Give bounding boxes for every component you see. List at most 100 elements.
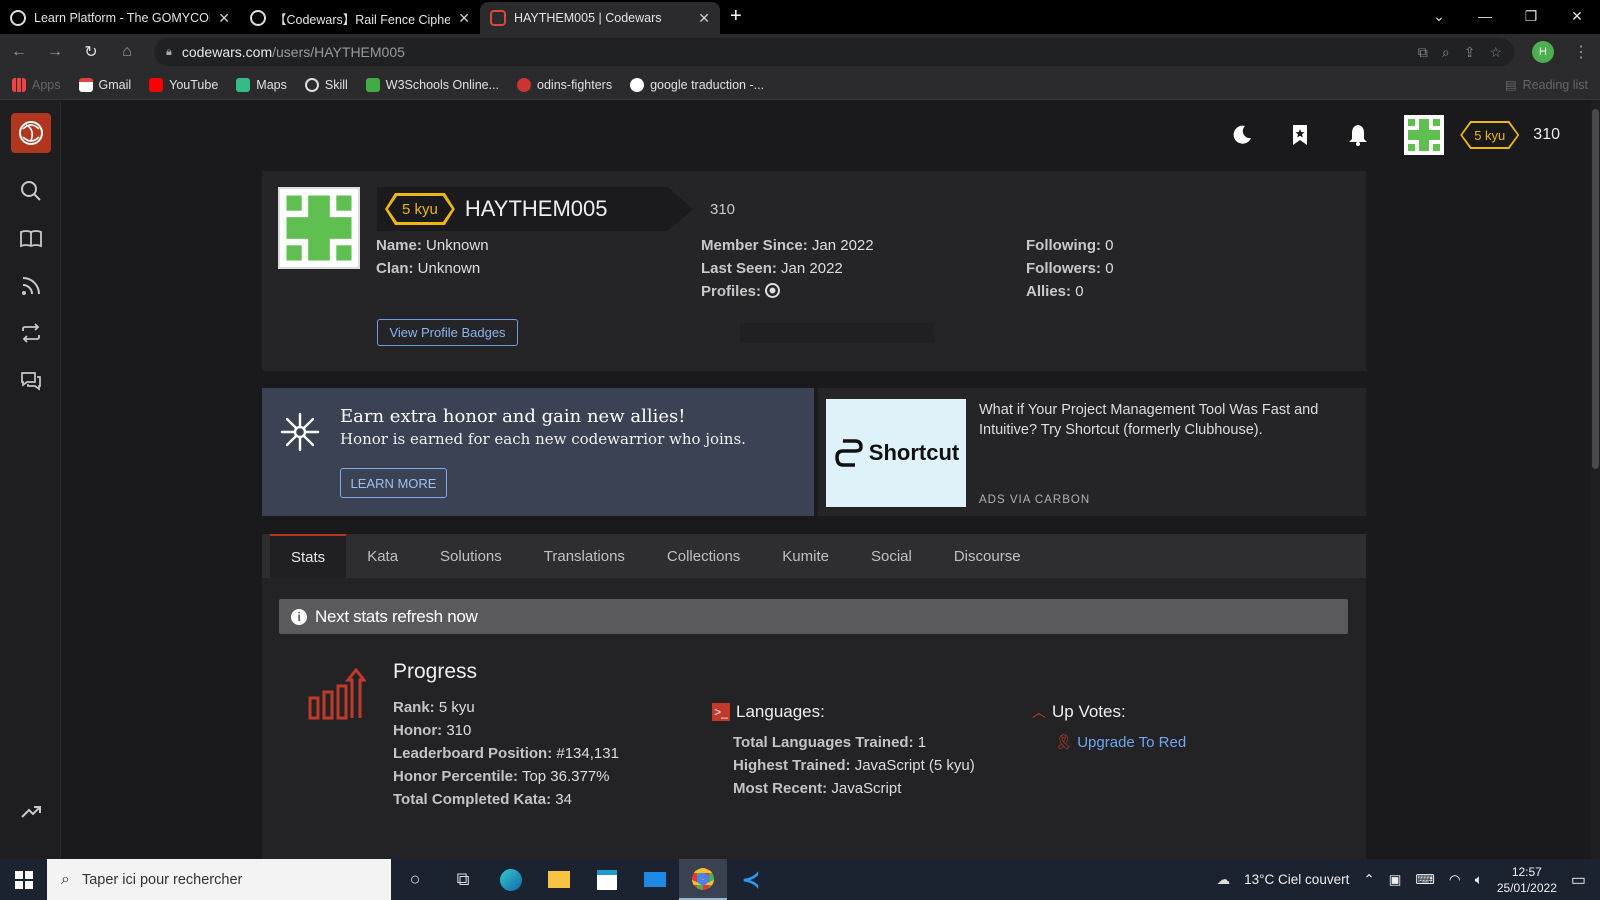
upgrade-to-red-link[interactable]: Upgrade To Red (1077, 734, 1186, 751)
browser-tab-codewars-profile[interactable]: HAYTHEM005 | Codewars ✕ (480, 2, 720, 34)
minimize-icon[interactable]: — (1462, 0, 1508, 32)
following-value: 0 (1105, 237, 1114, 254)
mail-icon[interactable] (631, 859, 679, 900)
odins-icon (517, 77, 532, 92)
bookmark-gmail[interactable]: Gmail (78, 77, 131, 92)
cortana-icon[interactable]: ○ (391, 859, 439, 900)
reading-list[interactable]: ▤ Reading list (1504, 77, 1588, 93)
meet-now-icon[interactable]: ▣ (1389, 872, 1402, 888)
promo-title: Earn extra honor and gain new allies! (340, 406, 686, 427)
forward-icon[interactable]: → (46, 43, 64, 61)
task-view-icon[interactable]: ⧉ (439, 859, 487, 900)
dark-mode-moon-icon[interactable] (1230, 123, 1254, 147)
bookmark-maps[interactable]: Maps (236, 77, 287, 92)
browser-tab-gomycode[interactable]: Learn Platform - The GOMYCODE ✕ (0, 2, 240, 34)
address-toolbar: ← → ↻ ⌂ 🔒︎ codewars.com/users/HAYTHEM005… (0, 34, 1600, 70)
tab-collections[interactable]: Collections (646, 534, 761, 578)
trending-icon[interactable] (19, 799, 43, 823)
terminal-icon: >_ (712, 703, 730, 721)
ad-text[interactable]: What if Your Project Management Tool Was… (979, 400, 1347, 440)
learn-more-button[interactable]: LEARN MORE (340, 468, 447, 498)
keyboard-icon[interactable]: ⌨ (1415, 872, 1435, 888)
browser-profile-avatar[interactable]: H (1532, 41, 1554, 63)
stats-panel: i Next stats refresh now Progress Rank: … (262, 578, 1366, 859)
translate-icon[interactable]: ⧉ (1418, 44, 1428, 61)
label: Member Since: (701, 237, 808, 254)
restore-icon[interactable]: ❐ (1508, 0, 1554, 32)
notifications-icon[interactable]: ▭ (1571, 870, 1586, 890)
edge-icon[interactable] (487, 859, 535, 900)
notification-bell-icon[interactable] (1346, 123, 1370, 147)
tab-translations[interactable]: Translations (523, 534, 646, 578)
chevron-up-icon[interactable]: ⌃ (1363, 872, 1374, 888)
tab-social[interactable]: Social (850, 534, 933, 578)
url-path: /users/HAYTHEM005 (272, 44, 405, 60)
reading-list-icon: ▤ (1504, 78, 1517, 92)
bookmark-star-icon[interactable] (1288, 123, 1312, 147)
ad-brand: Shortcut (868, 440, 960, 465)
url-bar[interactable]: 🔒︎ codewars.com/users/HAYTHEM005 ⧉ ⌕ ⇪ ☆ (154, 38, 1514, 66)
reload-icon[interactable]: ↻ (82, 42, 100, 62)
vscode-icon[interactable]: ≺ (727, 859, 775, 900)
search-icon[interactable] (19, 179, 43, 203)
last-seen-value: Jan 2022 (781, 260, 843, 277)
practice-loop-icon[interactable] (19, 321, 43, 345)
discussion-icon[interactable] (19, 369, 43, 393)
bookmark-google-traduction[interactable]: google traduction -... (630, 77, 764, 92)
new-tab-button[interactable]: + (720, 5, 752, 34)
ads-via-carbon[interactable]: ADS VIA CARBON (979, 494, 1090, 506)
store-icon[interactable] (583, 859, 631, 900)
windows-start-icon[interactable] (0, 859, 47, 900)
close-tab-icon[interactable]: ✕ (698, 10, 710, 27)
tab-kata[interactable]: Kata (346, 534, 419, 578)
tab-solutions[interactable]: Solutions (419, 534, 523, 578)
browser-menu-icon[interactable]: ⋮ (1572, 42, 1590, 62)
weather-text[interactable]: 13°C Ciel couvert (1244, 872, 1349, 887)
bookmark-w3schools[interactable]: W3Schools Online... (365, 77, 499, 92)
clock[interactable]: 12:57 25/01/2022 (1497, 864, 1557, 896)
close-tab-icon[interactable]: ✕ (218, 10, 230, 27)
volume-icon[interactable]: 🔈︎ (1475, 872, 1483, 888)
bookmark-star-icon[interactable]: ☆ (1489, 44, 1502, 61)
bookmark-youtube[interactable]: YouTube (149, 77, 218, 92)
leaderboard-value: #134,131 (556, 745, 619, 762)
home-icon[interactable]: ⌂ (118, 43, 136, 61)
tab-search-icon[interactable]: ⌄ (1416, 0, 1462, 32)
zoom-icon[interactable]: ⌕ (1442, 44, 1450, 61)
tab-kumite[interactable]: Kumite (761, 534, 850, 578)
username: HAYTHEM005 (464, 196, 608, 221)
chrome-icon[interactable] (679, 859, 727, 900)
share-icon[interactable]: ⇪ (1464, 44, 1476, 61)
window-controls: ⌄ — ❐ ✕ (1416, 0, 1600, 32)
tab-stats[interactable]: Stats (270, 534, 347, 578)
close-window-icon[interactable]: ✕ (1554, 0, 1600, 32)
profile-col-2: Member Since: Jan 2022 Last Seen: Jan 20… (701, 234, 874, 303)
carbon-ad[interactable]: Shortcut What if Your Project Management… (818, 388, 1366, 516)
taskbar-search-input[interactable]: ⌕ Taper ici pour rechercher (47, 859, 391, 900)
browser-tab-bar: Learn Platform - The GOMYCODE ✕ 【Codewar… (0, 0, 1600, 34)
feed-rss-icon[interactable] (19, 274, 43, 298)
codewars-logo[interactable] (11, 113, 51, 153)
close-tab-icon[interactable]: ✕ (458, 10, 470, 27)
lock-icon: 🔒︎ (166, 45, 172, 58)
user-avatar[interactable] (1404, 115, 1445, 155)
page-scrollbar[interactable] (1591, 101, 1600, 859)
bookmark-odins-fighters[interactable]: odins-fighters (517, 77, 612, 92)
view-profile-badges-button[interactable]: View Profile Badges (377, 319, 518, 346)
scrollbar-thumb[interactable] (1592, 109, 1599, 469)
file-explorer-icon[interactable] (535, 859, 583, 900)
profile-honor: 310 (710, 201, 736, 218)
label: Clan: (376, 260, 414, 277)
back-icon[interactable]: ← (10, 43, 28, 61)
weather-cloud-icon[interactable]: ☁ (1217, 872, 1231, 888)
library-book-icon[interactable] (19, 227, 43, 251)
shortcut-ad-image[interactable]: Shortcut (826, 399, 966, 507)
bookmark-apps[interactable]: Apps (12, 77, 61, 92)
browser-tab-rail-fence[interactable]: 【Codewars】Rail Fence Cipher: En ✕ (240, 2, 480, 34)
wifi-icon[interactable]: ◠ (1449, 872, 1461, 888)
bookmark-skill[interactable]: Skill (304, 77, 348, 92)
tab-discourse[interactable]: Discourse (933, 534, 1042, 578)
label: Allies: (1026, 283, 1072, 300)
github-icon[interactable] (765, 283, 781, 298)
profile-avatar (278, 187, 360, 269)
